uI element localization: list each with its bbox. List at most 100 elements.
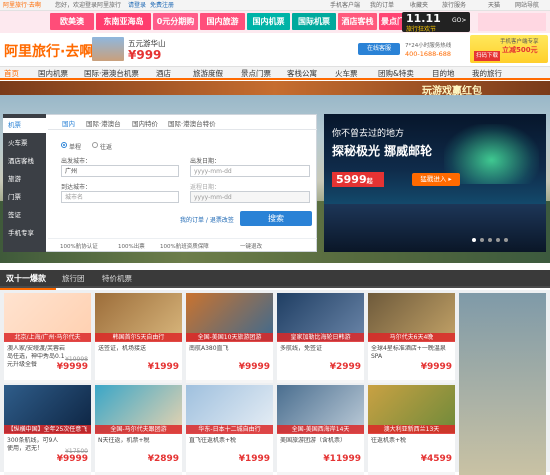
side-nav-item-6[interactable]: 手机专享 <box>3 226 46 241</box>
ad-harbor <box>324 204 546 252</box>
booking-tab-2[interactable]: 国内特价 <box>132 118 158 128</box>
deal-desc-1: 全球4星标准酒店+一晚温泉 <box>371 345 446 352</box>
booking-panel: 国内 国际·港澳台 国内特价 国际·港澳台特价 单程 往返 出发城市： 广州 到达城市… <box>3 114 317 252</box>
deal-caption[interactable]: 全国-美国10天旅游团游 <box>186 333 273 342</box>
ad-line1: 你不曾去过的地方 <box>332 129 405 139</box>
promo-tab-1[interactable]: 东南亚海岛 <box>96 13 151 30</box>
nav-item-0[interactable]: 首页 <box>4 67 19 80</box>
side-nav-item-2[interactable]: 酒店客栈 <box>3 154 46 169</box>
deal-caption[interactable]: 澳大利亚新西兰13天 <box>368 425 455 434</box>
deal-card[interactable]: 全国-美国西海岸14天 美国旅游团游（含机票） ¥11999 <box>277 385 364 475</box>
banner-strip-title: 玩游戏赢红包 <box>422 86 482 97</box>
deal-caption[interactable]: 【纵横中国】全年25次任意飞 <box>4 425 91 434</box>
deal-card[interactable]: 澳大利亚新西兰13天 往返机票+税 ¥4599 <box>368 385 455 475</box>
deal-caption[interactable]: 全国-美国西海岸14天 <box>277 425 364 434</box>
tab-cheap-flights[interactable]: 特价机票 <box>102 270 132 288</box>
nav-item-2[interactable]: 国际·港澳台机票 <box>84 67 139 80</box>
promo-tab-4[interactable]: 国内机票 <box>247 13 290 30</box>
services-link[interactable]: 旅行服务 <box>442 0 466 11</box>
header: 阿里旅行·去啊 五元游华山 ¥999 在线客服 7*24小时服务热线 400-1… <box>0 33 550 66</box>
booking-tab-1[interactable]: 国际·港澳台 <box>86 118 121 128</box>
tab-tour-group[interactable]: 旅行团 <box>62 270 85 288</box>
nav-item-1[interactable]: 国内机票 <box>38 67 68 80</box>
to-label: 到达城市： <box>61 184 92 191</box>
hotline-label: 7*24小时服务热线 <box>405 43 452 49</box>
deal-caption[interactable]: 韩国首尔5天自由行 <box>95 333 182 342</box>
deal-card[interactable]: 马尔代夫6天4晚 全球4星标准酒店+一晚温泉 SPA ¥9999 <box>368 293 455 383</box>
tmall-link[interactable]: 天猫 <box>488 0 500 11</box>
deal-card[interactable]: 全国-美国10天旅游团游 南航A380直飞 ¥9999 <box>186 293 273 383</box>
flight-search-button[interactable]: 搜索 <box>240 211 312 226</box>
booking-tabs: 国内 国际·港澳台 国内特价 国际·港澳台特价 <box>48 115 317 130</box>
promo-tab-5[interactable]: 国际机票 <box>292 13 336 30</box>
nav-item-5[interactable]: 景点门票 <box>241 67 271 80</box>
deal-card[interactable]: 【纵横中国】全年25次任意飞 300条航线，可9人 使用，迟无！ ¥17500 ¥999… <box>4 385 91 475</box>
carousel-dot-3[interactable] <box>488 238 492 242</box>
deal-card[interactable]: 韩国首尔5天自由行 送签证，机场接送 ¥1999 <box>95 293 182 383</box>
app-promo[interactable]: 手机客户端专享 立减500元 扫码下载 <box>470 35 548 63</box>
huashan-thumbnail[interactable] <box>92 37 124 61</box>
deal-desc-1: 直飞往返机票+税 <box>189 437 237 444</box>
banner-strip[interactable]: 玩游戏赢红包 <box>0 81 550 97</box>
booking-tab-0[interactable]: 国内 <box>62 118 75 128</box>
login-link[interactable]: 请登录 <box>128 0 146 11</box>
nav-item-8[interactable]: 团购&特卖 <box>378 67 414 80</box>
depart-date-input[interactable]: yyyy-mm-dd <box>190 165 310 177</box>
deal-caption[interactable]: 全国-马尔代夫跟团游 <box>95 425 182 434</box>
deal-caption[interactable]: 华东-日本十二城自由行 <box>186 425 273 434</box>
side-nav-item-4[interactable]: 门票 <box>3 190 46 205</box>
deal-price: ¥1999 <box>238 454 270 464</box>
deal-card[interactable]: 全国-马尔代夫跟团游 N天往返，机票+税 ¥2899 <box>95 385 182 475</box>
deal-card[interactable]: 华东-日本十二城自由行 直飞往返机票+税 ¥1999 <box>186 385 273 475</box>
side-nav-item-1[interactable]: 火车票 <box>3 136 46 151</box>
aurora-ad[interactable]: 你不曾去过的地方 探秘极光 挪威邮轮 5999起 猛戳进入 ▸ <box>324 114 546 252</box>
mobile-link[interactable]: 手机客户端 <box>330 0 360 11</box>
promo-tab-6[interactable]: 酒店客栈 <box>338 13 377 30</box>
deal-caption[interactable]: 北京/上海/广州·马尔代夫 <box>4 333 91 342</box>
to-city-input[interactable]: 城市名 <box>61 191 179 203</box>
orders-link[interactable]: 我的订单 <box>370 0 394 11</box>
nav-item-4[interactable]: 旅游度假 <box>193 67 223 80</box>
app-download-button[interactable]: 扫码下载 <box>474 51 500 61</box>
ad-enter-button[interactable]: 猛戳进入 ▸ <box>412 173 460 186</box>
carousel-dot-5[interactable] <box>504 238 508 242</box>
orders-refund-link[interactable]: 我的订单 / 退票改签 <box>180 215 234 224</box>
side-nav-item-0[interactable]: 机票 <box>3 118 46 133</box>
carousel-dot-2[interactable] <box>480 238 484 242</box>
site-name[interactable]: 阿里旅行·去啊 <box>3 0 41 11</box>
deal-desc-1: 美国旅游团游（含机票） <box>280 437 347 444</box>
round-trip-radio[interactable] <box>92 142 98 148</box>
deal-card[interactable]: 皇家加勒比海轮日韩游 多航线，免签证 ¥2999 <box>277 293 364 383</box>
one-way-radio[interactable] <box>61 142 67 148</box>
nav-item-7[interactable]: 火车票 <box>335 67 358 80</box>
nav-item-9[interactable]: 目的地 <box>432 67 455 80</box>
promo-tab-3[interactable]: 国内旅游 <box>200 13 245 30</box>
promo-tab-0[interactable]: 欧美澳 <box>50 13 94 30</box>
nav-item-6[interactable]: 客栈公寓 <box>287 67 317 80</box>
app-promo-label: 手机客户端专享 <box>500 39 539 45</box>
deal-caption[interactable]: 马尔代夫6天4晚 <box>368 333 455 342</box>
ad-line2: 探秘极光 挪威邮轮 <box>332 144 433 158</box>
register-link[interactable]: 免费注册 <box>150 0 174 11</box>
deal-divider <box>186 380 273 383</box>
carousel-dot-1[interactable] <box>472 238 476 242</box>
carousel-dot-4[interactable] <box>496 238 500 242</box>
nav-item-10[interactable]: 我的旅行 <box>472 67 502 80</box>
site-nav-link[interactable]: 网站导航 <box>515 0 539 11</box>
online-service-button[interactable]: 在线客服 <box>358 43 400 55</box>
logo[interactable]: 阿里旅行·去啊 <box>4 41 93 61</box>
deal-caption[interactable]: 皇家加勒比海轮日韩游 <box>277 333 364 342</box>
deal-price: ¥11999 <box>323 454 361 464</box>
ad-price-badge: 5999起 <box>332 172 384 187</box>
favorites-link[interactable]: 收藏夹 <box>410 0 428 11</box>
deal-card[interactable]: 北京/上海/广州·马尔代夫 澳人家/安缦渡/芙蓉岩 岛任选，神中秀岛0.1 元升级全餐… <box>4 293 91 383</box>
booking-tab-3[interactable]: 国际·港澳台特价 <box>168 118 216 128</box>
from-city-input[interactable]: 广州 <box>61 165 179 177</box>
side-nav-item-5[interactable]: 签证 <box>3 208 46 223</box>
festival-banner[interactable]: 11.11 旅行狂欢节 GO> <box>402 12 470 33</box>
return-date-input[interactable]: yyyy-mm-dd <box>190 191 310 203</box>
tab-double-eleven[interactable]: 双十一爆款 <box>6 270 46 288</box>
nav-item-3[interactable]: 酒店 <box>156 67 171 80</box>
side-nav-item-3[interactable]: 旅游 <box>3 172 46 187</box>
promo-tab-2[interactable]: 0元分期购 <box>153 13 198 30</box>
